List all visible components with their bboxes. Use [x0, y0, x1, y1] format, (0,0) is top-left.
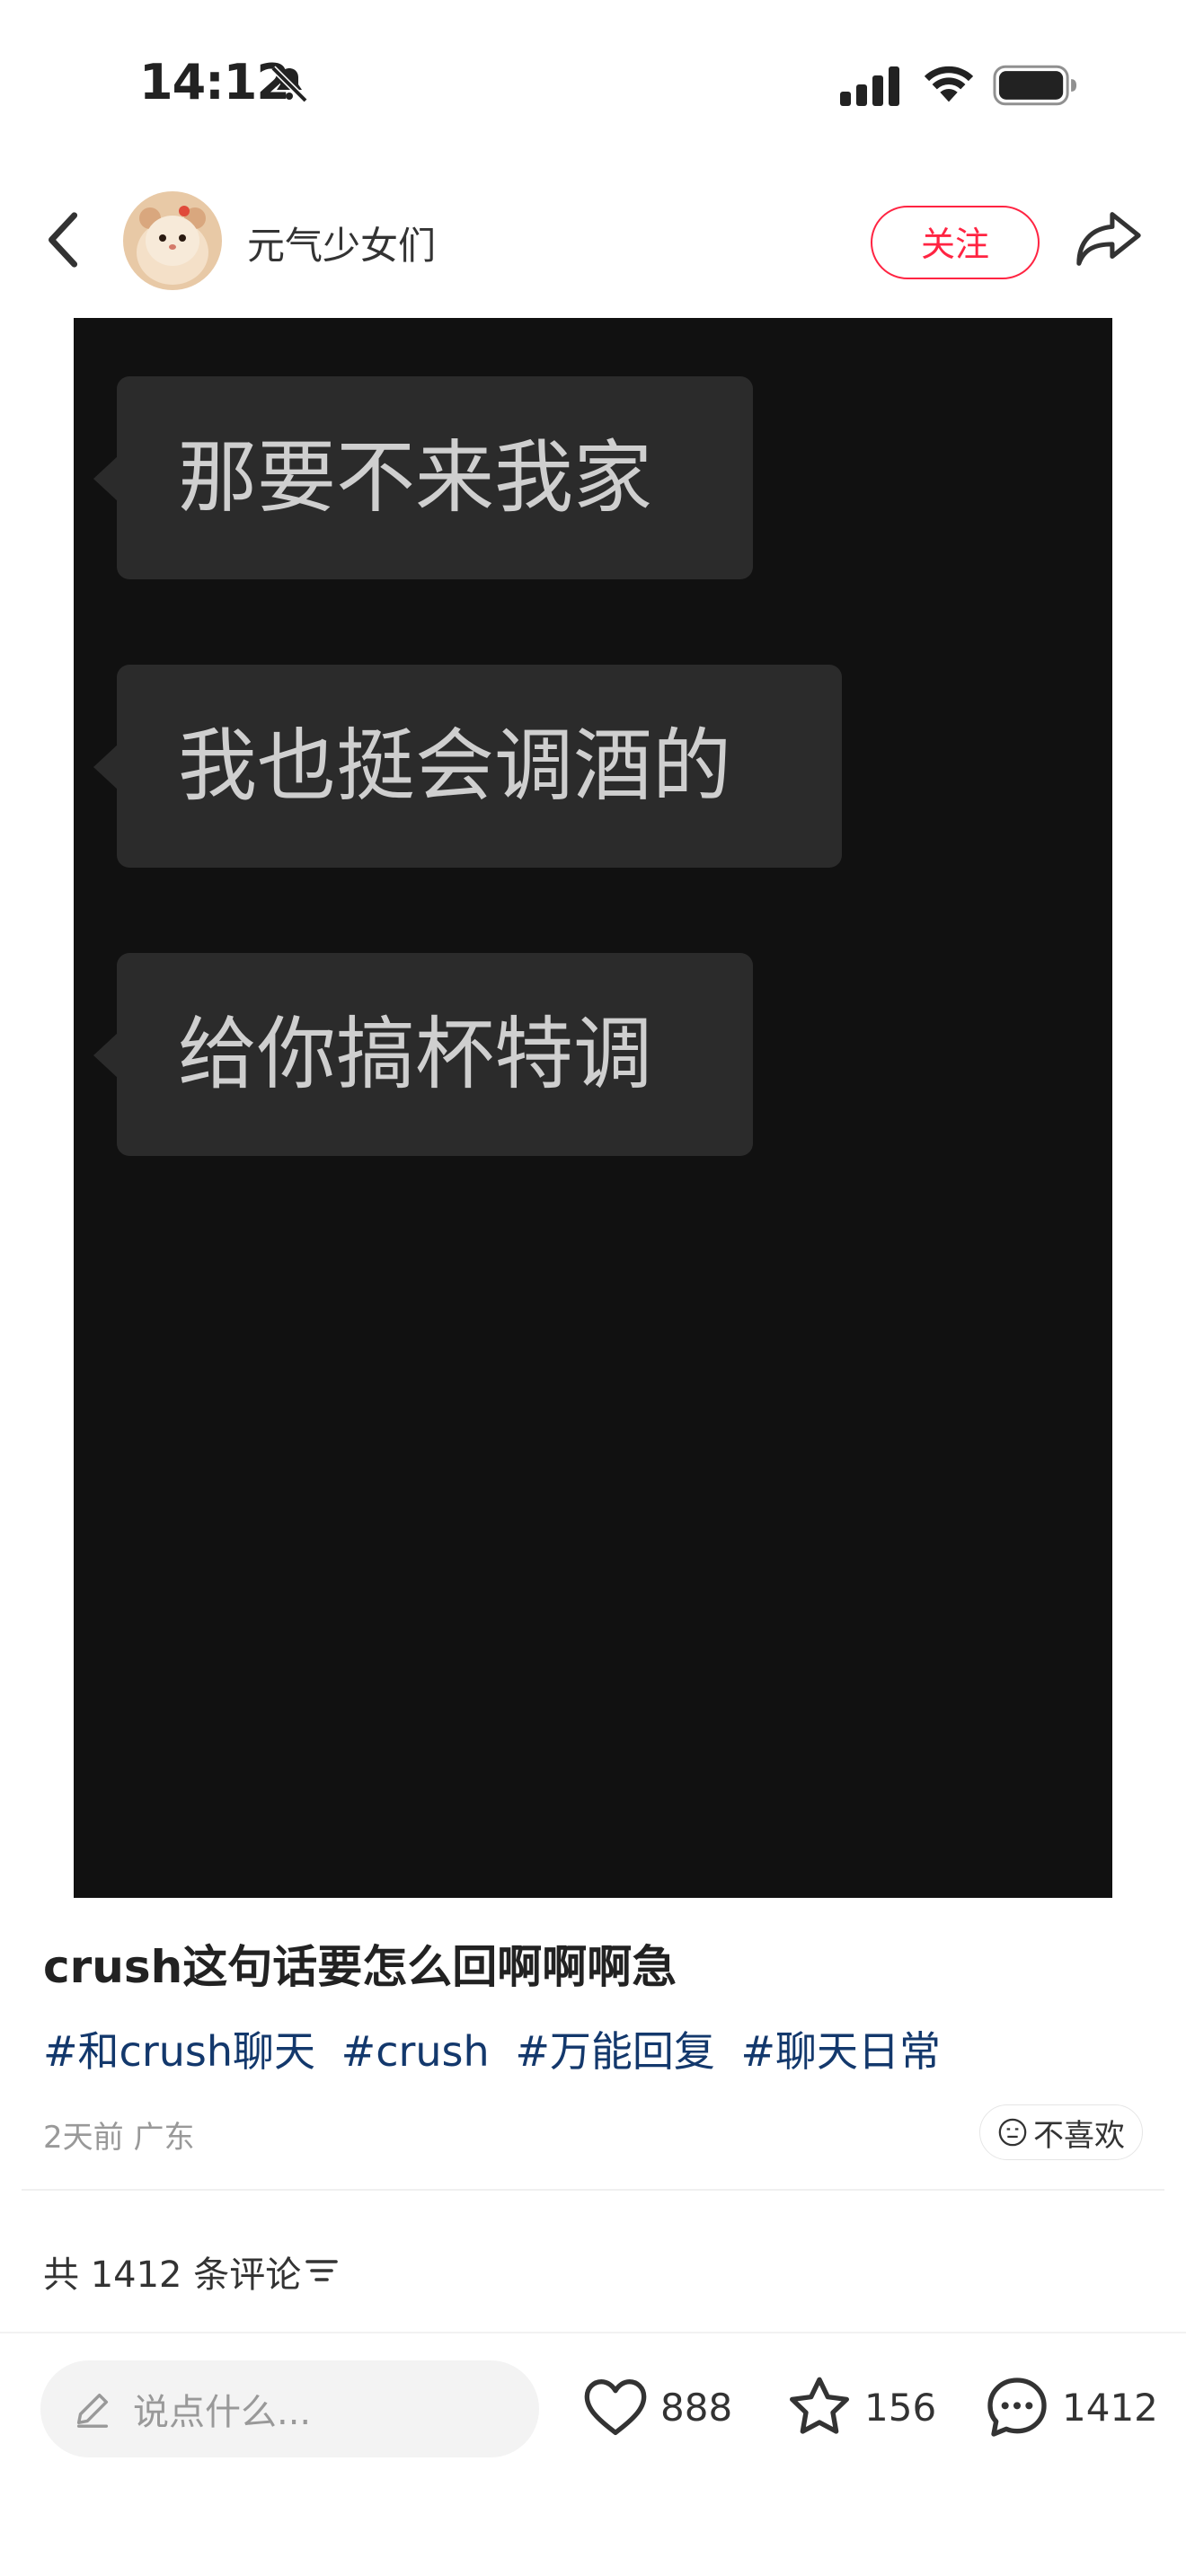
neutral-face-icon: [998, 2118, 1027, 2147]
tag-link[interactable]: #crush: [341, 2027, 490, 2076]
post-image[interactable]: 那要不来我家 我也挺会调酒的 给你搞杯特调: [74, 318, 1112, 1898]
back-icon[interactable]: [40, 208, 87, 271]
dislike-label: 不喜欢: [1033, 2117, 1125, 2154]
post-title: crush这句话要怎么回啊啊啊急: [43, 1941, 677, 1993]
post-meta: 2天前 广东: [43, 2120, 195, 2156]
tag-link[interactable]: #万能回复: [515, 2027, 715, 2076]
divider: [0, 2332, 1186, 2333]
pencil-icon: [76, 2393, 109, 2428]
author-avatar[interactable]: [123, 191, 222, 290]
chat-bubble: 我也挺会调酒的: [93, 665, 842, 868]
comment-count-bottom: 1412: [1062, 2385, 1158, 2430]
share-icon[interactable]: [1074, 208, 1144, 269]
tag-list: #和crush聊天 #crush #万能回复 #聊天日常: [43, 2019, 953, 2078]
follow-button[interactable]: 关注: [871, 206, 1040, 279]
hamster-avatar-image: [123, 191, 222, 290]
like-button[interactable]: 888: [580, 2371, 732, 2443]
chat-bubble: 给你搞杯特调: [93, 953, 753, 1156]
bell-muted-icon: [270, 66, 308, 103]
divider: [22, 2189, 1164, 2191]
like-count: 888: [660, 2385, 733, 2430]
comment-input-placeholder: 说点什么...: [133, 2392, 312, 2433]
tag-link[interactable]: #和crush聊天: [43, 2027, 315, 2076]
star-icon: [790, 2377, 849, 2434]
wifi-icon: [924, 66, 974, 102]
sort-icon[interactable]: [304, 2253, 340, 2289]
tag-link[interactable]: #聊天日常: [740, 2027, 941, 2076]
status-time: 14:12: [139, 54, 290, 110]
dislike-button[interactable]: 不喜欢: [979, 2104, 1143, 2160]
comment-input[interactable]: 说点什么...: [40, 2360, 539, 2457]
collect-button[interactable]: 156: [783, 2371, 936, 2443]
chat-bubble: 那要不来我家: [93, 376, 753, 579]
battery-icon: [993, 65, 1077, 106]
cellular-signal-icon: [840, 66, 899, 106]
comment-button[interactable]: 1412: [981, 2371, 1158, 2443]
collect-count: 156: [864, 2385, 937, 2430]
comment-count: 共 1412 条评论: [43, 2254, 302, 2296]
heart-icon: [584, 2379, 647, 2435]
author-name[interactable]: 元气少女们: [247, 216, 436, 270]
comment-bubble-icon: [987, 2378, 1047, 2437]
